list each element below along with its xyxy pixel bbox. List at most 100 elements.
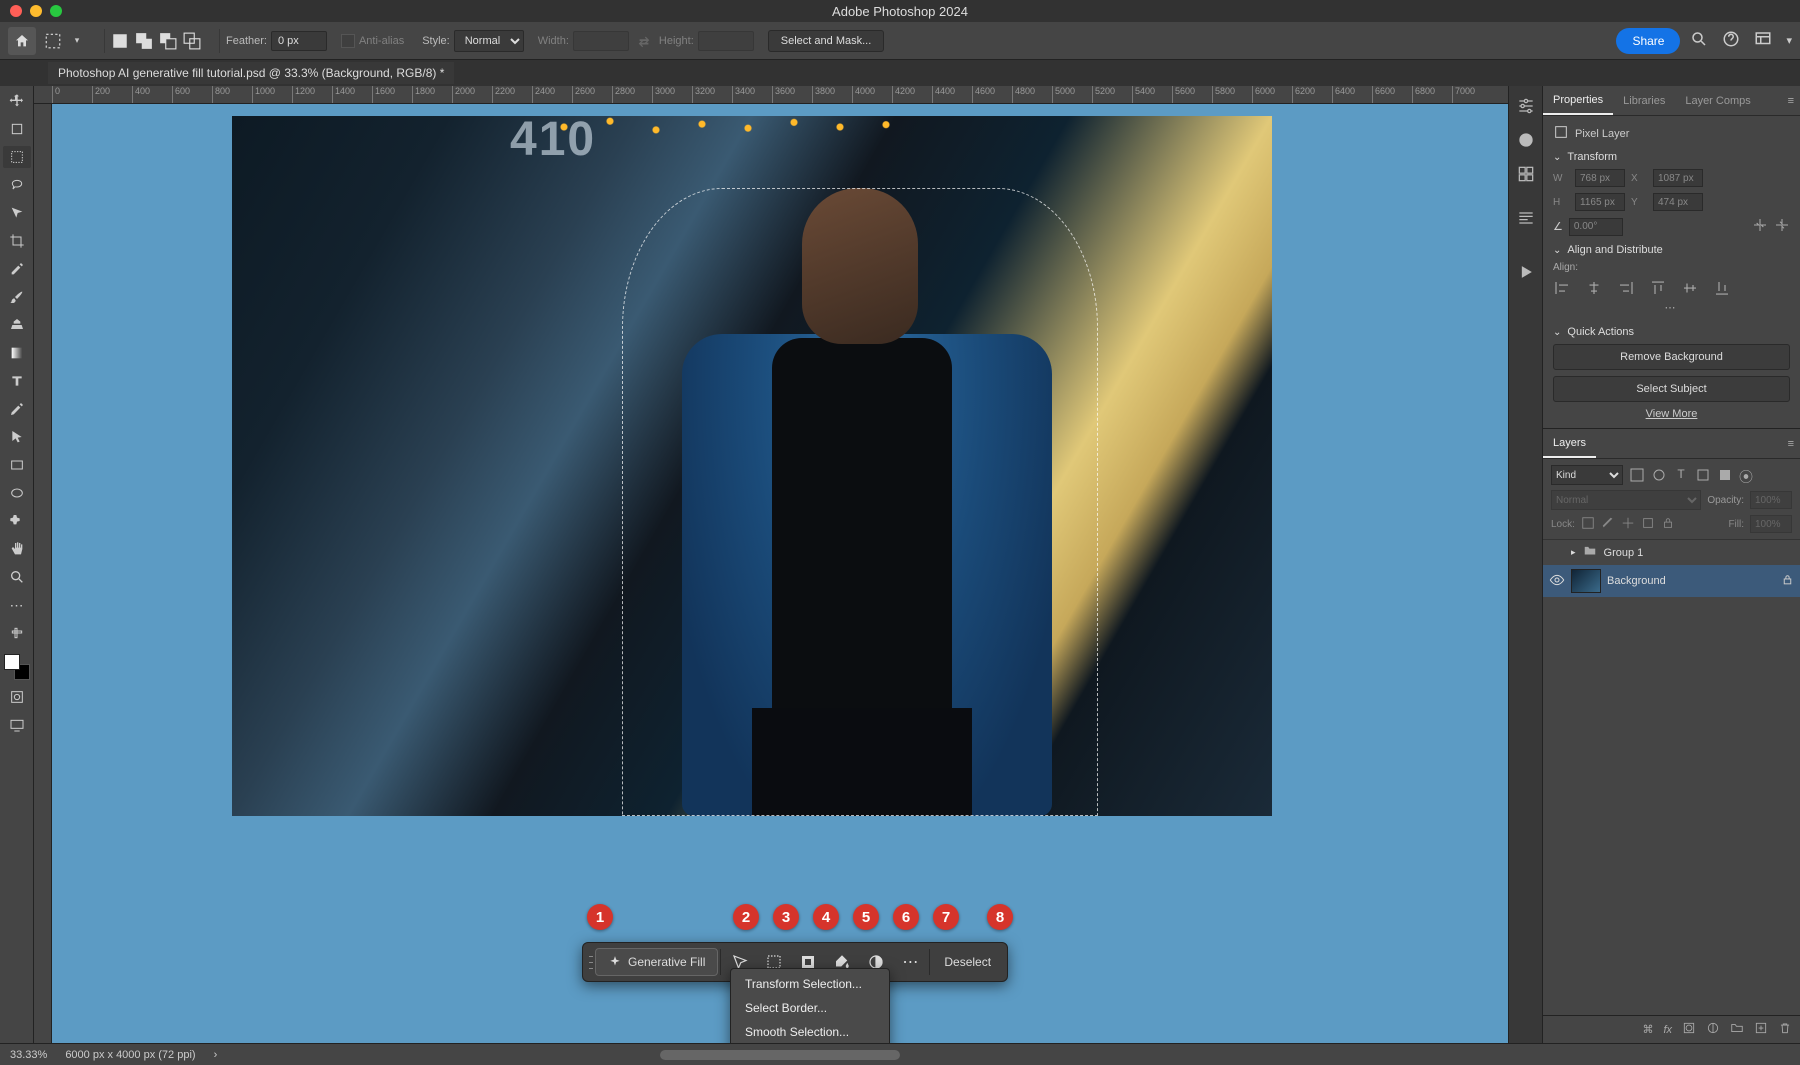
tab-layer-comps[interactable]: Layer Comps (1675, 86, 1760, 115)
filter-type-icon[interactable]: T (1673, 467, 1689, 483)
align-vcenter-icon[interactable] (1681, 279, 1699, 297)
ellipse-tool[interactable] (3, 482, 31, 504)
lock-pixels-icon[interactable] (1601, 516, 1615, 533)
remove-background-button[interactable]: Remove Background (1553, 344, 1790, 370)
layer-group-row[interactable]: ▸ Group 1 (1543, 540, 1800, 565)
add-selection-icon[interactable] (135, 32, 153, 50)
clone-stamp-tool[interactable] (3, 314, 31, 336)
hand-tool[interactable] (3, 538, 31, 560)
artboard-tool[interactable] (3, 118, 31, 140)
transform-header[interactable]: Transform (1553, 151, 1790, 163)
document-dimensions[interactable]: 6000 px x 4000 px (72 ppi) (65, 1049, 195, 1061)
trash-icon[interactable] (1778, 1021, 1792, 1038)
intersect-selection-icon[interactable] (183, 32, 201, 50)
x-field[interactable] (1653, 169, 1703, 187)
filter-smart-icon[interactable] (1717, 467, 1733, 483)
angle-field[interactable] (1569, 218, 1623, 236)
panel-menu-icon[interactable]: ≡ (1782, 438, 1800, 450)
workspace-icon[interactable] (1754, 30, 1772, 51)
type-tool[interactable] (3, 370, 31, 392)
panel-menu-icon[interactable]: ≡ (1782, 95, 1800, 107)
select-subject-button[interactable]: Select Subject (1553, 376, 1790, 402)
screen-mode-toggle[interactable] (3, 714, 31, 736)
zoom-level[interactable]: 33.33% (10, 1049, 47, 1061)
feather-input[interactable] (271, 31, 327, 51)
blend-mode-select[interactable]: Normal (1551, 490, 1701, 510)
lasso-tool[interactable] (3, 174, 31, 196)
layer-thumbnail[interactable] (1571, 569, 1601, 593)
more-tools[interactable]: ⋯ (3, 594, 31, 616)
align-right-icon[interactable] (1617, 279, 1635, 297)
subtract-selection-icon[interactable] (159, 32, 177, 50)
quick-select-tool[interactable] (3, 202, 31, 224)
maximize-window[interactable] (50, 5, 62, 17)
y-field[interactable] (1653, 193, 1703, 211)
fill-input[interactable] (1750, 515, 1792, 533)
new-selection-icon[interactable] (111, 32, 129, 50)
pen-tool[interactable] (3, 398, 31, 420)
new-layer-icon[interactable] (1754, 1021, 1768, 1038)
gradient-tool[interactable] (3, 342, 31, 364)
height-field[interactable] (1575, 193, 1625, 211)
visibility-toggle[interactable] (1549, 572, 1565, 591)
layer-name[interactable]: Group 1 (1604, 547, 1644, 559)
move-tool[interactable] (3, 90, 31, 112)
menu-item[interactable]: Transform Selection... (731, 972, 889, 996)
lock-all-icon[interactable] (1661, 516, 1675, 533)
tab-layers[interactable]: Layers (1543, 429, 1596, 458)
flip-v-icon[interactable] (1774, 217, 1790, 236)
chevron-right-icon[interactable]: › (214, 1049, 218, 1061)
more-align-icon[interactable]: ⋯ (1553, 297, 1790, 318)
fx-icon[interactable]: fx (1663, 1024, 1672, 1036)
share-button[interactable]: Share (1616, 28, 1680, 54)
menu-item[interactable]: Smooth Selection... (731, 1020, 889, 1043)
filter-toggle-icon[interactable]: ⦿ (1739, 467, 1755, 483)
home-button[interactable] (8, 27, 36, 55)
flip-h-icon[interactable] (1752, 217, 1768, 236)
path-select-tool[interactable] (3, 426, 31, 448)
style-select[interactable]: Normal (454, 30, 524, 52)
lock-icon[interactable] (1781, 573, 1794, 589)
link-layers-icon[interactable]: ⌘ (1642, 1023, 1653, 1036)
new-group-icon[interactable] (1730, 1021, 1744, 1038)
align-hcenter-icon[interactable] (1585, 279, 1603, 297)
healing-tool[interactable] (3, 510, 31, 532)
adjustment-layer-icon[interactable] (1706, 1021, 1720, 1038)
deselect-button[interactable]: Deselect (932, 949, 1003, 975)
select-and-mask-button[interactable]: Select and Mask... (768, 30, 885, 52)
ruler-vertical[interactable] (34, 104, 52, 1043)
align-header[interactable]: Align and Distribute (1553, 244, 1790, 256)
lock-nesting-icon[interactable] (1641, 516, 1655, 533)
more-options-icon[interactable]: ⋯ (893, 947, 927, 977)
align-left-icon[interactable] (1553, 279, 1571, 297)
adjustments-icon[interactable] (1516, 96, 1536, 116)
align-top-icon[interactable] (1649, 279, 1667, 297)
swatches-icon[interactable] (1516, 164, 1536, 184)
ruler-horizontal[interactable]: 0200400600800100012001400160018002000220… (34, 86, 1508, 104)
rectangle-tool[interactable] (3, 454, 31, 476)
canvas[interactable]: 410 1 2 3 4 5 6 7 8 (52, 104, 1508, 1043)
opacity-input[interactable] (1750, 491, 1792, 509)
marquee-tool[interactable] (3, 146, 31, 168)
paragraph-icon[interactable] (1516, 208, 1536, 228)
search-icon[interactable] (1690, 30, 1708, 51)
align-bottom-icon[interactable] (1713, 279, 1731, 297)
quick-actions-header[interactable]: Quick Actions (1553, 326, 1790, 338)
chevron-down-icon[interactable]: ▾ (68, 32, 86, 50)
layer-kind-select[interactable]: Kind (1551, 465, 1623, 485)
menu-item[interactable]: Select Border... (731, 996, 889, 1020)
layer-row[interactable]: Background (1543, 565, 1800, 597)
drag-handle-icon[interactable] (587, 949, 595, 975)
expand-icon[interactable]: ▸ (1571, 547, 1576, 558)
minimize-window[interactable] (30, 5, 42, 17)
filter-shape-icon[interactable] (1695, 467, 1711, 483)
lock-transparent-icon[interactable] (1581, 516, 1595, 533)
chevron-down-icon[interactable]: ▾ (1786, 34, 1792, 47)
help-icon[interactable] (1722, 30, 1740, 51)
edit-toolbar[interactable] (3, 622, 31, 644)
horizontal-scrollbar[interactable] (660, 1050, 900, 1060)
foreground-background-colors[interactable] (4, 654, 30, 680)
quick-mask-toggle[interactable] (3, 686, 31, 708)
crop-tool[interactable] (3, 230, 31, 252)
view-more-link[interactable]: View More (1553, 408, 1790, 420)
